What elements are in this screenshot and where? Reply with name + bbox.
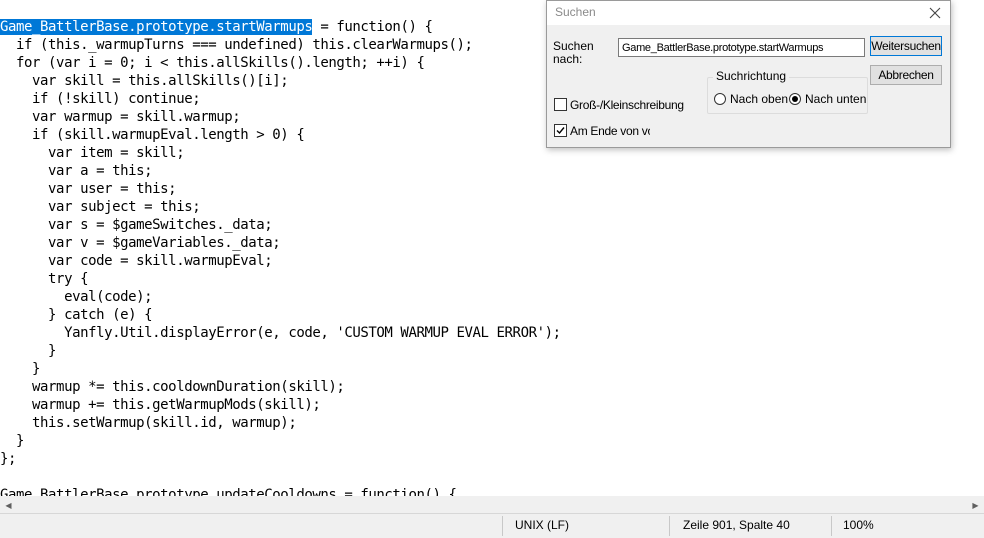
code-line: var subject = this; [0, 199, 201, 215]
search-highlight: Game_BattlerBase.prototype.startWarmups [0, 19, 313, 35]
code-line: var code = skill.warmupEval; [0, 253, 273, 269]
line-ending-status: UNIX (LF) [515, 518, 569, 532]
checkmark-icon [556, 127, 565, 135]
code-line: var skill = this.allSkills()[i]; [0, 73, 289, 89]
code-line: eval(code); [0, 289, 153, 305]
direction-up-label[interactable]: Nach oben [730, 92, 788, 106]
status-bar: UNIX (LF) Zeile 901, Spalte 40 100% [0, 513, 984, 538]
direction-down-radio[interactable] [789, 93, 801, 105]
status-separator [831, 516, 832, 536]
direction-down-label[interactable]: Nach unten [805, 92, 866, 106]
code-line: warmup *= this.cooldownDuration(skill); [0, 379, 345, 395]
search-label: Suchen nach: [553, 39, 594, 66]
scroll-right-icon[interactable]: ▶ [967, 497, 984, 514]
code-line: }; [0, 451, 17, 467]
code-line: var v = $gameVariables._data; [0, 235, 281, 251]
dialog-title: Suchen [555, 5, 596, 19]
code-line: if (skill.warmupEval.length > 0) { [0, 127, 305, 143]
wrap-around-label[interactable]: Am Ende von vor [570, 124, 650, 138]
code-line-text: = function() { [312, 19, 433, 35]
code-line: this.setWarmup(skill.id, warmup); [0, 415, 297, 431]
code-line: for (var i = 0; i < this.allSkills().len… [0, 55, 425, 71]
search-input[interactable] [618, 38, 865, 57]
code-line: Game_BattlerBase.prototype.updateCooldow… [0, 487, 457, 496]
radio-selected-dot [792, 96, 798, 102]
code-line: } [0, 343, 57, 359]
status-separator [669, 516, 670, 536]
match-case-label[interactable]: Groß-/Kleinschreibung [570, 98, 684, 112]
code-line: if (!skill) continue; [0, 91, 201, 107]
code-line: var a = this; [0, 163, 153, 179]
match-case-checkbox[interactable] [554, 98, 567, 111]
code-line: warmup += this.getWarmupMods(skill); [0, 397, 321, 413]
horizontal-scrollbar[interactable]: ◀ ▶ [0, 496, 984, 514]
code-line: Yanfly.Util.displayError(e, code, 'CUSTO… [0, 325, 561, 341]
direction-up-radio[interactable] [714, 93, 726, 105]
status-separator [502, 516, 503, 536]
code-line: } catch (e) { [0, 307, 153, 323]
code-line-selected: Game_BattlerBase.prototype.startWarmups … [0, 18, 433, 36]
scroll-left-icon[interactable]: ◀ [0, 497, 17, 514]
code-line: } [0, 361, 41, 377]
code-line: var warmup = skill.warmup; [0, 109, 241, 125]
code-line: if (this._warmupTurns === undefined) thi… [0, 37, 473, 53]
dialog-titlebar[interactable]: Suchen [547, 1, 950, 25]
direction-group-label: Suchrichtung [713, 69, 790, 83]
code-line: var item = skill; [0, 145, 185, 161]
find-dialog: Suchen Suchen nach: Weitersuchen Abbrech… [546, 0, 951, 148]
close-icon[interactable] [920, 1, 950, 25]
code-line: var s = $gameSwitches._data; [0, 217, 273, 233]
code-line: var user = this; [0, 181, 177, 197]
zoom-status: 100% [843, 518, 874, 532]
cancel-button[interactable]: Abbrechen [870, 65, 942, 85]
code-line: try { [0, 271, 89, 287]
code-line: } [0, 433, 25, 449]
find-next-button[interactable]: Weitersuchen [870, 36, 942, 56]
cursor-position-status: Zeile 901, Spalte 40 [683, 518, 790, 532]
wrap-around-checkbox[interactable] [554, 124, 567, 137]
